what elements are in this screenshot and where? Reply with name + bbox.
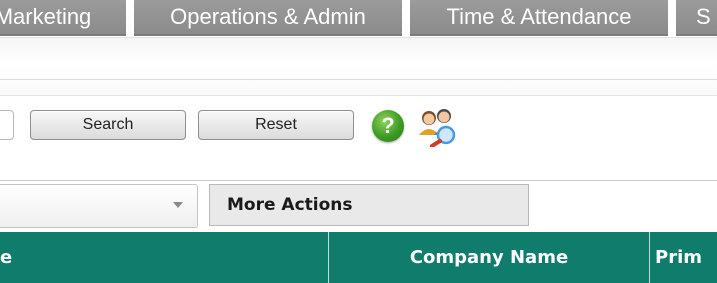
column-header-primary[interactable]: Prim [650, 232, 717, 283]
tab-s[interactable]: S [676, 0, 717, 36]
column-header-name-label: e [0, 247, 13, 268]
tab-operations-admin[interactable]: Operations & Admin [134, 0, 402, 36]
sub-nav-strip [0, 37, 717, 96]
tab-s-label: S [696, 4, 711, 29]
column-header-primary-label: Prim [655, 247, 702, 268]
column-header-company-name-label: Company Name [409, 247, 569, 268]
more-actions-button[interactable]: More Actions [209, 184, 529, 226]
people-search-icon[interactable] [414, 105, 460, 147]
tab-marketing-label: Marketing [0, 4, 92, 29]
tab-time-attendance[interactable]: Time & Attendance [410, 0, 668, 36]
search-button[interactable]: Search [30, 110, 186, 140]
chevron-down-icon [173, 202, 183, 208]
top-nav-tabs: Marketing Operations & Admin Time & Atte… [0, 0, 717, 37]
tab-operations-admin-label: Operations & Admin [170, 4, 366, 29]
table-header: e Company Name Prim [0, 232, 717, 283]
tab-marketing[interactable]: Marketing [0, 0, 126, 36]
help-icon[interactable]: ? [372, 110, 404, 142]
tab-time-attendance-label: Time & Attendance [446, 4, 632, 29]
action-select[interactable] [0, 184, 198, 228]
divider [0, 79, 717, 80]
column-header-name[interactable]: e [0, 232, 328, 283]
column-header-company-name[interactable]: Company Name [329, 232, 649, 283]
reset-button[interactable]: Reset [198, 110, 354, 140]
divider [0, 180, 717, 181]
search-input[interactable] [0, 110, 14, 140]
